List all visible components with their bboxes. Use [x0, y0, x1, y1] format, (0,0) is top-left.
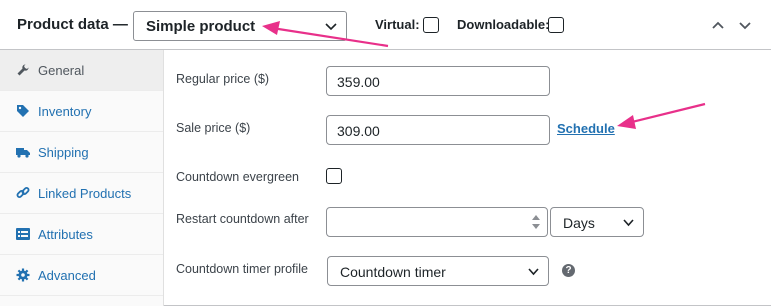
downloadable-checkbox[interactable]	[548, 17, 564, 33]
timer-profile-value: Countdown timer	[340, 264, 446, 280]
panel-title: Product data —	[17, 16, 128, 33]
restart-unit-select[interactable]: Days	[550, 207, 644, 237]
tab-advanced-label: Advanced	[38, 268, 96, 283]
sale-price-value: 309.00	[337, 123, 380, 139]
tag-icon	[17, 105, 29, 117]
tab-general[interactable]: General	[0, 50, 163, 91]
virtual-checkbox[interactable]	[423, 17, 439, 33]
tab-general-label: General	[38, 63, 85, 78]
move-up-icon[interactable]	[710, 17, 726, 33]
regular-price-label: Regular price ($)	[176, 72, 270, 86]
number-spinner-icon[interactable]	[531, 212, 541, 232]
tab-inventory-label: Inventory	[38, 104, 92, 119]
link-icon	[16, 187, 30, 198]
product-type-value: Simple product	[146, 18, 256, 35]
timer-profile-label: Countdown timer profile	[176, 262, 309, 276]
countdown-evergreen-label: Countdown evergreen	[176, 170, 299, 184]
wrench-icon	[17, 64, 29, 76]
regular-price-input[interactable]: 359.00	[326, 66, 550, 96]
tab-inventory[interactable]: Inventory	[0, 91, 163, 132]
downloadable-label: Downloadable:	[457, 17, 550, 32]
chevron-down-icon	[325, 23, 337, 31]
product-data-tabs: General Inventory Shipping Linked Produc…	[0, 50, 164, 306]
restart-countdown-label: Restart countdown after	[176, 212, 309, 226]
restart-unit-value: Days	[563, 215, 595, 231]
panel-header: Product data — Simple product Virtual: D…	[0, 0, 771, 50]
move-down-icon[interactable]	[737, 17, 753, 33]
chevron-down-icon	[528, 268, 539, 276]
tab-linked-products-label: Linked Products	[38, 186, 132, 201]
tab-attributes[interactable]: Attributes	[0, 214, 163, 255]
sale-price-input[interactable]: 309.00	[326, 115, 550, 145]
help-icon[interactable]: ?	[562, 264, 575, 277]
tab-linked-products[interactable]: Linked Products	[0, 173, 163, 214]
chevron-down-icon	[623, 219, 634, 227]
virtual-label: Virtual:	[375, 17, 420, 32]
tab-attributes-label: Attributes	[38, 227, 93, 242]
tab-advanced[interactable]: Advanced	[0, 255, 163, 296]
countdown-evergreen-checkbox[interactable]	[326, 168, 342, 184]
list-icon	[16, 228, 30, 240]
regular-price-value: 359.00	[337, 74, 380, 90]
tab-shipping-label: Shipping	[38, 145, 89, 160]
sale-price-label: Sale price ($)	[176, 121, 251, 135]
tab-shipping[interactable]: Shipping	[0, 132, 163, 173]
product-type-select[interactable]: Simple product	[133, 11, 347, 41]
truck-icon	[16, 148, 30, 158]
gear-icon	[16, 268, 30, 282]
schedule-link[interactable]: Schedule	[557, 121, 615, 136]
timer-profile-select[interactable]: Countdown timer	[327, 256, 549, 286]
restart-countdown-input[interactable]	[326, 207, 548, 237]
